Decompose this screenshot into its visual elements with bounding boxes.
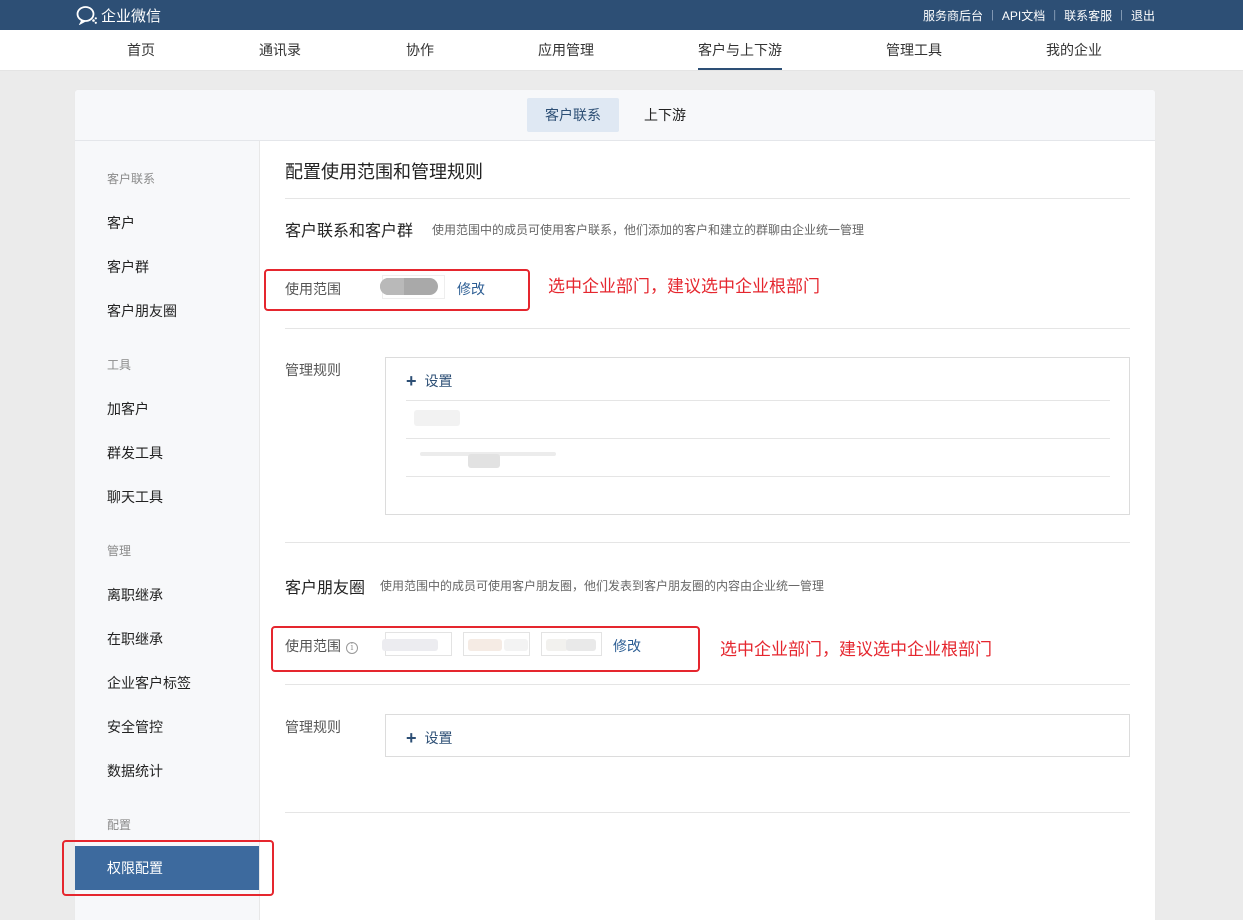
brand-name: 企业微信: [101, 7, 162, 25]
rule-item-blurred: [468, 454, 500, 468]
rules-label: 管理规则: [285, 362, 341, 378]
sidebar-item-moments[interactable]: 客户朋友圈: [107, 301, 177, 321]
plus-icon: +: [406, 728, 417, 748]
nav-home[interactable]: 首页: [127, 30, 155, 70]
subtab-customer-contact[interactable]: 客户联系: [527, 98, 619, 132]
annotation-box-scope-1: [264, 269, 530, 311]
sidebar-heading-customer-contact: 客户联系: [107, 172, 156, 186]
link-logout[interactable]: 退出: [1131, 7, 1155, 24]
wechat-work-logo-icon: [76, 6, 97, 25]
link-contact-support[interactable]: 联系客服: [1064, 7, 1112, 24]
section-desc-moments: 使用范围中的成员可使用客户朋友圈，他们发表到客户朋友圈的内容由企业统一管理: [380, 579, 825, 593]
main-nav: 首页 通讯录 协作 应用管理 客户与上下游 管理工具 我的企业: [0, 30, 1243, 71]
divider: [285, 684, 1130, 685]
top-bar: 企业微信 服务商后台 | API文档 | 联系客服 | 退出: [0, 0, 1243, 30]
annotation-box-permission-config: [62, 840, 274, 896]
sidebar-item-security-control[interactable]: 安全管控: [107, 717, 163, 737]
nav-app-management[interactable]: 应用管理: [538, 30, 594, 70]
annotation-note-2: 选中企业部门，建议选中企业根部门: [720, 640, 992, 659]
sidebar-item-customer-groups[interactable]: 客户群: [107, 257, 149, 277]
sidebar-heading-management: 管理: [107, 544, 132, 558]
content-area: 配置使用范围和管理规则 客户联系和客户群 使用范围中的成员可使用客户联系，他们添…: [260, 141, 1155, 920]
rule-row-divider: [406, 438, 1110, 439]
rule-row-divider: [406, 476, 1110, 477]
sidebar-heading-tools: 工具: [107, 358, 132, 372]
nav-my-company[interactable]: 我的企业: [1046, 30, 1102, 70]
nav-management-tools[interactable]: 管理工具: [886, 30, 942, 70]
sidebar-item-resigned-inheritance[interactable]: 离职继承: [107, 585, 163, 605]
rules-label-moments: 管理规则: [285, 719, 341, 735]
nav-collaboration[interactable]: 协作: [406, 30, 434, 70]
divider: [285, 198, 1130, 199]
add-rule-label: 设置: [424, 373, 453, 389]
top-links: 服务商后台 | API文档 | 联系客服 | 退出: [923, 0, 1155, 30]
sub-tabs: 客户联系 上下游: [75, 90, 1155, 141]
sidebar-item-chat-tools[interactable]: 聊天工具: [107, 487, 163, 507]
nav-contacts[interactable]: 通讯录: [259, 30, 301, 70]
top-link-separator: |: [991, 9, 994, 21]
section-desc-contact-groups: 使用范围中的成员可使用客户联系，他们添加的客户和建立的群聊由企业统一管理: [432, 223, 865, 237]
annotation-note-1: 选中企业部门，建议选中企业根部门: [548, 277, 820, 296]
annotation-box-scope-2: [271, 626, 700, 672]
rules-box: + 设置: [385, 357, 1130, 515]
rules-box-moments: + 设置: [385, 714, 1130, 757]
subtab-upstream-downstream[interactable]: 上下游: [626, 98, 704, 132]
add-rule-button-moments[interactable]: + 设置: [406, 728, 453, 748]
sidebar: 客户联系 客户 客户群 客户朋友圈 工具 加客户 群发工具 聊天工具 管理 离职…: [75, 141, 260, 920]
divider: [285, 542, 1130, 543]
link-provider-console[interactable]: 服务商后台: [923, 7, 983, 24]
sidebar-item-onjob-inheritance[interactable]: 在职继承: [107, 629, 163, 649]
top-link-separator: |: [1120, 9, 1123, 21]
nav-customers-upstream-downstream[interactable]: 客户与上下游: [698, 30, 782, 70]
link-api-docs[interactable]: API文档: [1002, 7, 1045, 24]
page-title: 配置使用范围和管理规则: [285, 162, 483, 182]
add-rule-button[interactable]: + 设置: [406, 371, 453, 391]
add-rule-label: 设置: [424, 730, 453, 746]
plus-icon: +: [406, 371, 417, 391]
divider: [285, 328, 1130, 329]
brand-logo[interactable]: 企业微信: [76, 4, 161, 26]
rule-row-divider: [406, 400, 1110, 401]
section-title-contact-groups: 客户联系和客户群: [285, 223, 414, 240]
top-link-separator: |: [1053, 9, 1057, 21]
divider: [285, 812, 1130, 813]
sidebar-item-customer-tags[interactable]: 企业客户标签: [107, 673, 191, 693]
rule-item-blurred: [414, 410, 460, 426]
sidebar-item-customers[interactable]: 客户: [107, 213, 135, 233]
sidebar-heading-config: 配置: [107, 818, 132, 832]
sidebar-item-mass-send[interactable]: 群发工具: [107, 443, 163, 463]
sidebar-item-add-customer[interactable]: 加客户: [107, 399, 149, 419]
main-panel: 客户联系 上下游 客户联系 客户 客户群 客户朋友圈 工具 加客户 群发工具 聊…: [75, 90, 1155, 920]
section-title-moments: 客户朋友圈: [285, 580, 366, 597]
sidebar-item-statistics[interactable]: 数据统计: [107, 761, 163, 781]
